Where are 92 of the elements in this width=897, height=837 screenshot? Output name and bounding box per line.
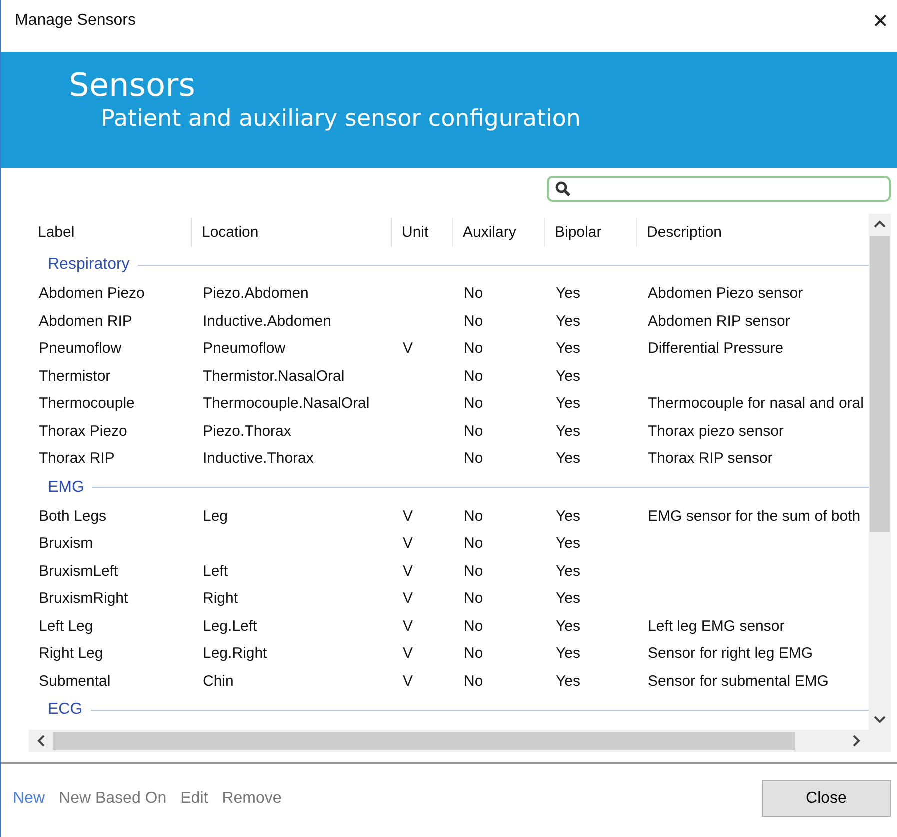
table-cell-text: No <box>463 422 484 440</box>
column-header[interactable]: Bipolar <box>544 218 636 246</box>
table-cell-text: Chin <box>202 672 235 690</box>
table-cell-text: No <box>463 340 484 358</box>
table-cell-text: V <box>402 618 414 635</box>
table-cell-text: BruxismRight <box>39 590 130 608</box>
table-cell-text: Yes <box>555 340 582 358</box>
table-cell-text: Yes <box>555 535 582 552</box>
close-button[interactable]: Close <box>762 780 891 817</box>
table-cell-text: No <box>463 450 484 468</box>
window-title: Manage Sensors <box>15 12 136 30</box>
table-cell-text: Yes <box>555 422 582 440</box>
table-cell-text: Bruxism <box>39 535 94 552</box>
table-cell-text: V <box>402 535 414 552</box>
group-header: ECG <box>48 701 83 719</box>
table-cell-text: Yes <box>555 672 582 690</box>
table-cell-text: Thermistor <box>39 368 112 385</box>
table-cell-text: Thorax piezo sensor <box>647 422 785 440</box>
table-cell-text: No <box>463 672 484 690</box>
table-cell-text: Yes <box>555 508 582 525</box>
table-cell-text: Yes <box>555 450 582 468</box>
table-cell-text: Thermistor.NasalOral <box>202 368 346 385</box>
table-cell-text: No <box>463 535 484 552</box>
table-cell-text: No <box>463 285 484 302</box>
table-cell-text: Yes <box>555 312 582 330</box>
table-cell-text: No <box>463 618 484 635</box>
group-header: Respiratory <box>48 256 130 274</box>
table-cell-text: Piezo.Thorax <box>202 422 292 440</box>
table-cell-text: Left <box>202 562 230 580</box>
table-cell-text: No <box>463 590 484 608</box>
table-cell-text: Yes <box>555 285 582 302</box>
table-cell-text: Both Legs <box>39 508 108 525</box>
search-icon <box>555 181 571 197</box>
table-cell-text: Pneumoflow <box>39 340 123 358</box>
table-cell-text: Abdomen Piezo <box>39 285 146 302</box>
table-cell-text: Inductive.Abdomen <box>202 312 332 330</box>
table-cell-text: V <box>402 590 414 608</box>
table-cell-text: Leg.Left <box>202 618 258 635</box>
table-cell-text: Thermocouple <box>39 395 136 412</box>
table-cell-text: Right <box>202 590 240 608</box>
table-cell-text: Sensor for submental EMG <box>647 672 830 690</box>
table-cell-text: Differential Pressure <box>647 340 785 358</box>
table-cell-text: Inductive.Thorax <box>202 450 315 468</box>
table-cell-text: Abdomen RIP sensor <box>647 312 792 330</box>
table-cell-text: V <box>402 645 414 662</box>
scrollbar-thumb[interactable] <box>870 236 890 532</box>
header-title: Sensors <box>69 66 196 104</box>
table-cell-text: Leg.Right <box>202 645 268 662</box>
table-cell-text: Piezo.Abdomen <box>202 285 310 302</box>
header-subtitle: Patient and auxiliary sensor configuration <box>101 105 582 134</box>
table-cell-text: Yes <box>555 562 582 580</box>
table-cell-text: Submental <box>39 672 112 690</box>
group-header: EMG <box>48 478 84 496</box>
table-cell-text: Yes <box>555 618 582 635</box>
table-cell-text: Thorax RIP sensor <box>647 450 774 468</box>
table-cell-text: BruxismLeft <box>39 562 120 580</box>
vertical-scrollbar[interactable] <box>869 214 891 752</box>
action-link[interactable]: New <box>13 790 46 808</box>
table-cell-text: Left Leg <box>39 618 94 635</box>
table-cell-text: V <box>402 508 414 525</box>
table-cell-text: No <box>463 395 484 412</box>
table-cell-text: Pneumoflow <box>202 340 287 358</box>
horizontal-scrollbar[interactable] <box>29 730 869 752</box>
table-cell-text: Abdomen Piezo sensor <box>647 285 804 302</box>
scrollbar-thumb[interactable] <box>53 732 795 750</box>
table-cell-text: Abdomen RIP <box>39 312 134 330</box>
table-cell-text: V <box>402 672 414 690</box>
table-cell-text: EMG sensor for the sum of both <box>647 508 862 525</box>
column-header[interactable]: Location <box>191 218 391 246</box>
table-cell-text: Thermocouple.NasalOral <box>202 395 371 412</box>
table-cell-text: Right Leg <box>39 645 104 662</box>
table-cell-text: No <box>463 562 484 580</box>
table-cell-text: Leg <box>202 508 230 525</box>
table-cell-text: No <box>463 368 484 385</box>
table-cell-text: Yes <box>555 395 582 412</box>
column-header[interactable]: Label <box>38 218 191 246</box>
column-header[interactable]: Unit <box>391 218 452 246</box>
table-cell-text: No <box>463 312 484 330</box>
search-field[interactable] <box>547 176 891 202</box>
table-cell-text: Thermocouple for nasal and oral <box>647 395 865 412</box>
column-header[interactable]: Auxilary <box>452 218 544 246</box>
table-cell-text: Left leg EMG sensor <box>647 618 786 635</box>
table-cell-text: Sensor for right leg EMG <box>647 645 814 662</box>
table-cell-text: Thorax Piezo <box>39 422 128 440</box>
table-cell-text: Yes <box>555 368 582 385</box>
table-cell-text: V <box>402 340 414 358</box>
table-cell-text: Yes <box>555 590 582 608</box>
table-cell-text: No <box>463 508 484 525</box>
table-cell-text: Yes <box>555 645 582 662</box>
table-cell-text: Thorax RIP <box>39 450 116 468</box>
table-cell-text: No <box>463 645 484 662</box>
table-cell-text: V <box>402 562 414 580</box>
